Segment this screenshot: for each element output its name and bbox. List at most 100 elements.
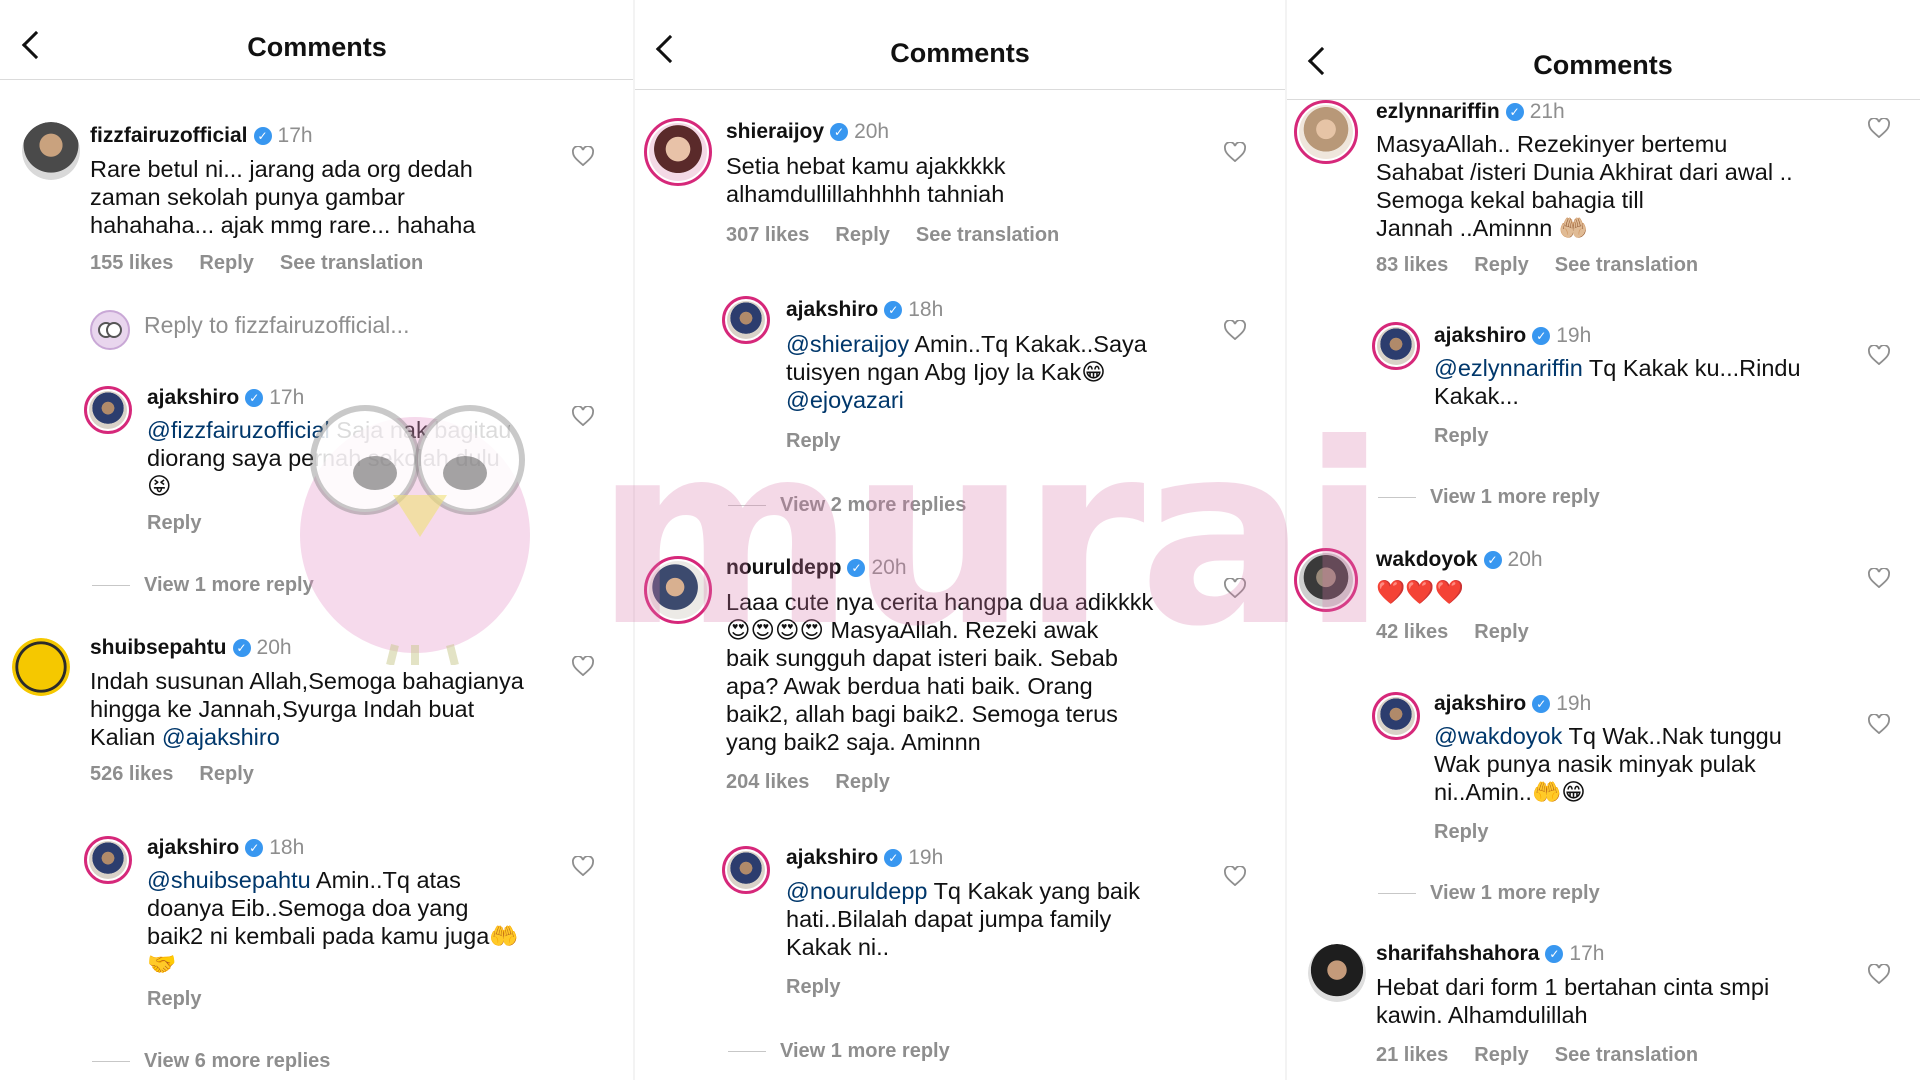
avatar[interactable] [22,122,80,180]
comment-text: @ezlynnariffin Tq Kakak ku...Rindu Kakak… [1434,355,1801,409]
view-more-replies[interactable]: View 1 more reply [92,574,314,597]
username[interactable]: ajakshiro ✓ 19h [1434,324,1591,348]
reply-button[interactable]: Reply [1434,425,1488,447]
username[interactable]: shuibsepahtu ✓ 20h [90,636,292,660]
heart-icon[interactable] [1224,865,1246,887]
avatar[interactable] [1372,692,1420,740]
mention-link[interactable]: @wakdoyok [1434,723,1562,749]
username[interactable]: sharifahshahora ✓ 17h [1376,942,1604,966]
comment-meta: Reply [147,512,227,535]
reply-button[interactable]: Reply [1434,821,1488,843]
heart-icon[interactable] [1868,117,1890,139]
verified-badge-icon: ✓ [884,849,903,867]
heart-icon[interactable] [572,655,594,677]
see-translation-link[interactable]: See translation [1555,254,1698,276]
heart-icon[interactable] [1868,567,1890,589]
comment-text: @shuibsepahtu Amin..Tq atas doanya Eib..… [147,867,519,977]
panel-divider [633,0,635,1080]
heart-icon[interactable] [572,145,594,167]
view-more-replies[interactable]: View 1 more reply [1378,882,1600,905]
avatar[interactable] [722,296,770,344]
see-translation-link[interactable]: See translation [916,224,1059,246]
reply-button[interactable]: Reply [147,512,201,534]
username[interactable]: nouruldepp ✓ 20h [726,556,907,580]
username[interactable]: ajakshiro ✓ 19h [786,846,943,870]
reply-button[interactable]: Reply [786,430,840,452]
username[interactable]: shieraijoy ✓ 20h [726,120,889,144]
heart-icon[interactable] [572,405,594,427]
heart-icon[interactable] [572,855,594,877]
reply-button[interactable]: Reply [1474,254,1528,276]
comment-text: Rare betul ni... jarang ada org dedah za… [90,156,476,238]
username[interactable]: ajakshiro ✓ 19h [1434,692,1591,716]
likes-count[interactable]: 155 likes [90,252,173,274]
mention-link[interactable]: @ajakshiro [162,724,280,750]
view-more-replies[interactable]: View 1 more reply [728,1040,950,1063]
current-user-avatar [90,310,130,350]
comment-text: @fizzfairuzofficial Saja nak bagitau dio… [147,417,512,499]
avatar[interactable] [12,638,70,696]
username[interactable]: fizzfairuzofficial ✓ 17h [90,124,313,148]
avatar[interactable] [722,846,770,894]
username[interactable]: ajakshiro ✓ 18h [786,298,943,322]
likes-count[interactable]: 204 likes [726,771,809,793]
likes-count[interactable]: 526 likes [90,763,173,785]
mention-link[interactable]: @ejoyazari [786,386,1266,414]
panel-divider [1285,0,1287,1080]
avatar[interactable] [1294,548,1358,612]
avatar[interactable] [84,836,132,884]
reply-button[interactable]: Reply [835,224,889,246]
username[interactable]: ezlynnariffin ✓ 21h [1376,100,1565,124]
avatar[interactable] [84,386,132,434]
reply-button[interactable]: Reply [1474,1044,1528,1066]
heart-icon[interactable] [1224,319,1246,341]
comment-meta: 42 likes Reply [1376,621,1555,644]
heart-icon[interactable] [1868,963,1890,985]
avatar[interactable] [644,118,712,186]
reply-button[interactable]: Reply [786,976,840,998]
verified-badge-icon: ✓ [1505,103,1524,121]
avatar[interactable] [644,556,712,624]
reply-button[interactable]: Reply [147,988,201,1010]
verified-badge-icon: ✓ [1483,551,1502,569]
view-more-replies[interactable]: View 6 more replies [92,1050,330,1073]
mention-link[interactable]: @fizzfairuzofficial [147,417,330,443]
comments-panel-2: Comments shieraijoy ✓ 20h Setia hebat kamu… [634,0,1286,1080]
comment-text: Hebat dari form 1 bertahan cinta smpi ka… [1376,974,1770,1028]
mention-link[interactable]: @shieraijoy [786,331,909,357]
reply-button[interactable]: Reply [199,763,253,785]
username[interactable]: wakdoyok ✓ 20h [1376,548,1543,572]
likes-count[interactable]: 307 likes [726,224,809,246]
see-translation-link[interactable]: See translation [1555,1044,1698,1066]
avatar[interactable] [1308,944,1366,1002]
username[interactable]: ajakshiro ✓ 17h [147,386,304,410]
comments-header: Comments [0,10,634,80]
comment-text: ❤️❤️❤️ [1376,579,1464,605]
mention-link[interactable]: @ezlynnariffin [1434,355,1583,381]
reply-button[interactable]: Reply [199,252,253,274]
comment-meta: 526 likes Reply [90,763,280,786]
heart-icon[interactable] [1224,141,1246,163]
view-more-replies[interactable]: View 1 more reply [1378,486,1600,509]
heart-icon[interactable] [1224,577,1246,599]
heart-icon[interactable] [1868,713,1890,735]
comments-header: Comments [1286,0,1920,100]
reply-input[interactable]: Reply to fizzfairuzofficial... [144,312,409,339]
mention-link[interactable]: @nouruldepp [786,878,927,904]
avatar[interactable] [1372,322,1420,370]
likes-count[interactable]: 42 likes [1376,621,1448,643]
reply-button[interactable]: Reply [1474,621,1528,643]
comment-text: Indah susunan Allah,Semoga bahagianya hi… [90,668,524,750]
likes-count[interactable]: 21 likes [1376,1044,1448,1066]
view-more-replies[interactable]: View 2 more replies [728,494,966,517]
avatar[interactable] [1294,100,1358,164]
page-title: Comments [1533,50,1673,80]
comment-meta: 307 likes Reply See translation [726,224,1085,247]
likes-count[interactable]: 83 likes [1376,254,1448,276]
heart-icon[interactable] [1868,344,1890,366]
username[interactable]: ajakshiro ✓ 18h [147,836,304,860]
reply-button[interactable]: Reply [835,771,889,793]
mention-link[interactable]: @shuibsepahtu [147,867,311,893]
verified-badge-icon: ✓ [232,639,251,657]
see-translation-link[interactable]: See translation [280,252,423,274]
